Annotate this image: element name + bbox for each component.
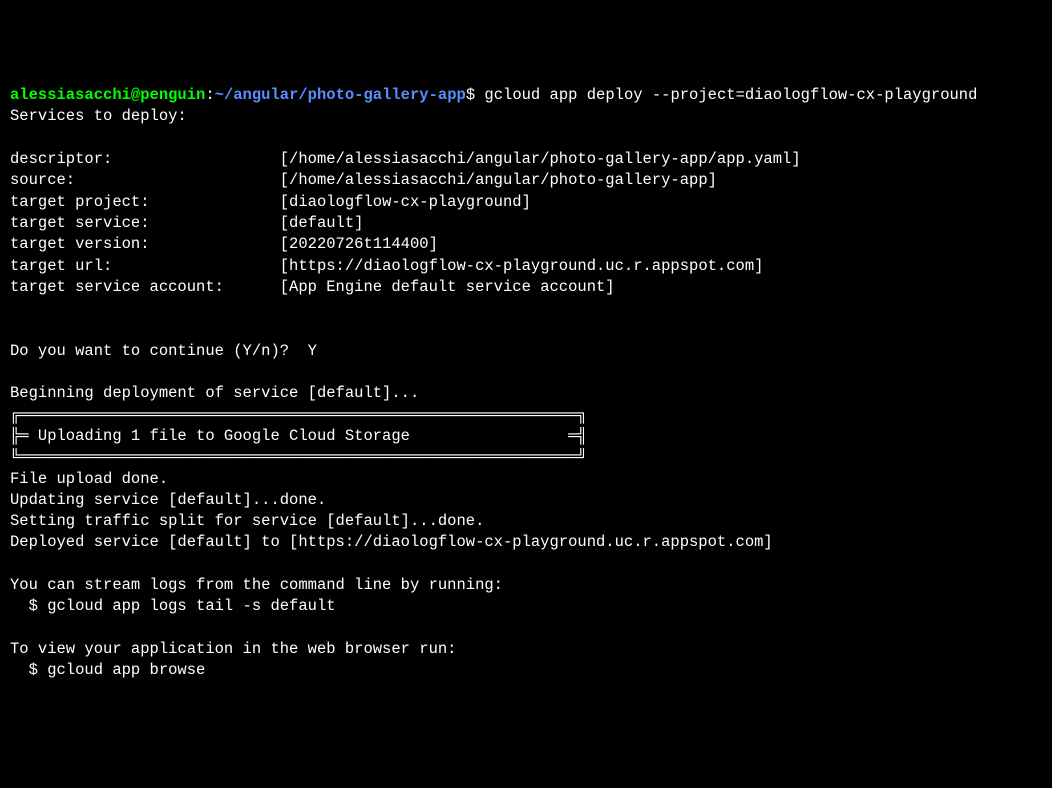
updating-service: Updating service [default]...done. [10, 491, 326, 509]
deployed-service: Deployed service [default] to [https://d… [10, 533, 773, 551]
prompt-user-host: alessiasacchi@penguin [10, 86, 205, 104]
services-header: Services to deploy: [10, 107, 187, 125]
stream-logs-cmd: $ gcloud app logs tail -s default [10, 597, 336, 615]
target-version-line: target version: [20220726t114400] [10, 235, 438, 253]
view-app-info: To view your application in the web brow… [10, 640, 456, 658]
file-upload-done: File upload done. [10, 470, 168, 488]
beginning-deployment: Beginning deployment of service [default… [10, 384, 419, 402]
terminal-output[interactable]: alessiasacchi@penguin:~/angular/photo-ga… [10, 85, 1042, 681]
box-bottom: ╚═══════════════════════════════════════… [10, 448, 587, 466]
continue-prompt: Do you want to continue (Y/n)? Y [10, 342, 317, 360]
traffic-split: Setting traffic split for service [defau… [10, 512, 484, 530]
prompt-symbol: $ [466, 86, 485, 104]
descriptor-line: descriptor: [/home/alessiasacchi/angular… [10, 150, 801, 168]
view-app-cmd: $ gcloud app browse [10, 661, 205, 679]
source-line: source: [/home/alessiasacchi/angular/pho… [10, 171, 717, 189]
box-middle: ╠═ Uploading 1 file to Google Cloud Stor… [10, 427, 587, 445]
target-project-line: target project: [diaologflow-cx-playgrou… [10, 193, 531, 211]
command-text: gcloud app deploy --project=diaologflow-… [484, 86, 977, 104]
target-sa-line: target service account: [App Engine defa… [10, 278, 615, 296]
target-url-line: target url: [https://diaologflow-cx-play… [10, 257, 763, 275]
stream-logs-info: You can stream logs from the command lin… [10, 576, 503, 594]
prompt-separator: : [205, 86, 214, 104]
box-top: ╔═══════════════════════════════════════… [10, 406, 587, 424]
prompt-path: ~/angular/photo-gallery-app [215, 86, 466, 104]
target-service-line: target service: [default] [10, 214, 363, 232]
